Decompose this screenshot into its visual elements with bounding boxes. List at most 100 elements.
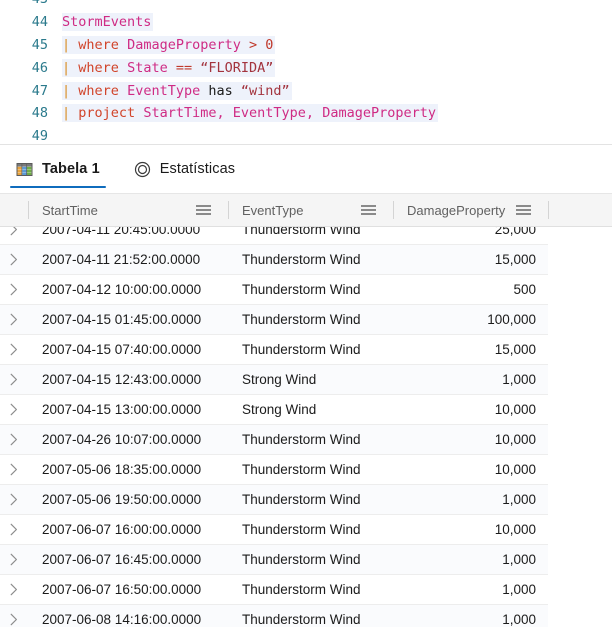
chevron-right-icon[interactable] — [0, 463, 28, 476]
table-row[interactable]: 2007-04-15 01:45:00.0000 Thunderstorm Win… — [0, 305, 548, 335]
code-token: > — [249, 36, 258, 53]
cell-damageproperty: 1,000 — [502, 612, 536, 627]
cell-damageproperty: 1,000 — [502, 552, 536, 567]
column-header-damageproperty[interactable]: DamageProperty — [393, 193, 548, 227]
table-row[interactable]: 2007-04-11 21:52:00.0000 Thunderstorm Win… — [0, 245, 548, 275]
chevron-right-icon[interactable] — [0, 493, 28, 506]
column-divider — [393, 201, 394, 219]
column-divider — [548, 201, 549, 219]
table-row[interactable]: 2007-06-07 16:50:00.0000 Thunderstorm Win… — [0, 575, 548, 605]
code-token: , — [305, 105, 315, 122]
cell-eventtype: Strong Wind — [242, 402, 317, 417]
cell-eventtype: Thunderstorm Wind — [242, 612, 361, 627]
table-row[interactable]: 2007-04-15 07:40:00.0000 Thunderstorm Win… — [0, 335, 548, 365]
chevron-right-icon[interactable] — [0, 373, 28, 386]
code-token: == — [175, 59, 193, 76]
code-token: | — [62, 59, 71, 76]
code-token: EventType — [127, 82, 201, 99]
code-line-text: StormEvents — [62, 13, 154, 32]
tab-label: Estatísticas — [159, 161, 236, 177]
cell-starttime: 2007-04-15 01:45:00.0000 — [42, 312, 202, 327]
kql-query-editor[interactable]: 43 44 StormEvents 45 | where DamageProperty … — [0, 0, 612, 145]
table-row[interactable]: 2007-04-12 10:00:00.0000 Thunderstorm Win… — [0, 275, 548, 305]
chevron-right-icon[interactable] — [0, 403, 28, 416]
chevron-right-icon[interactable] — [0, 433, 28, 446]
chevron-right-icon[interactable] — [0, 583, 28, 596]
code-token: where — [78, 82, 119, 99]
code-token: State — [127, 59, 168, 76]
chevron-right-icon[interactable] — [0, 313, 28, 326]
line-number: 44 — [31, 14, 48, 31]
grid-header-row: StartTime EventType DamageProperty — [0, 193, 612, 227]
code-line-text: | where State == “FLORIDA” — [62, 58, 276, 77]
cell-starttime: 2007-04-15 12:43:00.0000 — [42, 372, 202, 387]
line-number: 45 — [31, 36, 48, 53]
code-line: 48 | project StartTime, EventType, Damage… — [0, 102, 612, 125]
column-header-starttime[interactable]: StartTime — [28, 193, 228, 227]
cell-eventtype: Thunderstorm Wind — [242, 432, 361, 447]
table-row[interactable]: 2007-05-06 19:50:00.0000 Thunderstorm Win… — [0, 485, 548, 515]
chevron-right-icon[interactable] — [0, 253, 28, 266]
results-grid: StartTime EventType DamageProperty 2007-… — [0, 193, 612, 627]
chevron-right-icon[interactable] — [0, 523, 28, 536]
table-row[interactable]: 2007-06-08 14:16:00.0000 Thunderstorm Win… — [0, 605, 548, 627]
code-token: where — [78, 59, 119, 76]
cell-eventtype: Thunderstorm Wind — [242, 282, 361, 297]
code-line: 43 — [0, 0, 612, 11]
grid-body[interactable]: 2007-04-11 20:45:00.0000 Thunderstorm Win… — [0, 227, 612, 627]
cell-damageproperty: 10,000 — [494, 522, 536, 537]
cell-damageproperty: 500 — [513, 282, 536, 297]
cell-starttime: 2007-05-06 19:50:00.0000 — [42, 492, 202, 507]
tab-estatisticas[interactable]: Estatísticas — [128, 145, 241, 193]
code-line-text: | where EventType has “wind” — [62, 81, 292, 100]
column-menu-icon[interactable] — [516, 205, 536, 215]
code-token: StormEvents — [62, 14, 152, 31]
cell-damageproperty: 10,000 — [494, 432, 536, 447]
table-row[interactable]: 2007-06-07 16:45:00.0000 Thunderstorm Win… — [0, 545, 548, 575]
table-row[interactable]: 2007-04-15 13:00:00.0000 Strong Wind 10,00… — [0, 395, 548, 425]
chevron-right-icon[interactable] — [0, 283, 28, 296]
column-menu-icon[interactable] — [361, 205, 381, 215]
donut-chart-icon — [134, 161, 151, 178]
code-token: StartTime — [143, 105, 217, 122]
cell-damageproperty: 1,000 — [502, 582, 536, 597]
cell-starttime: 2007-04-15 07:40:00.0000 — [42, 342, 202, 357]
cell-damageproperty: 1,000 — [502, 492, 536, 507]
cell-starttime: 2007-06-08 14:16:00.0000 — [42, 612, 202, 627]
code-line: 47 | where EventType has “wind” — [0, 79, 612, 102]
table-row[interactable]: 2007-06-07 16:00:00.0000 Thunderstorm Win… — [0, 515, 548, 545]
cell-eventtype: Thunderstorm Wind — [242, 522, 361, 537]
cell-eventtype: Strong Wind — [242, 372, 317, 387]
cell-starttime: 2007-04-15 13:00:00.0000 — [42, 402, 202, 417]
chevron-right-icon[interactable] — [0, 343, 28, 356]
cell-eventtype: Thunderstorm Wind — [242, 227, 361, 237]
chevron-right-icon[interactable] — [0, 227, 28, 236]
code-token: “wind” — [240, 82, 290, 99]
code-token: 0 — [265, 36, 274, 53]
table-row[interactable]: 2007-04-26 10:07:00.0000 Thunderstorm Win… — [0, 425, 548, 455]
table-row[interactable]: 2007-05-06 18:35:00.0000 Thunderstorm Win… — [0, 455, 548, 485]
tab-tabela-1[interactable]: Tabela 1 — [10, 145, 106, 193]
cell-starttime: 2007-06-07 16:00:00.0000 — [42, 522, 202, 537]
code-token: | — [62, 36, 71, 53]
table-row[interactable]: 2007-04-15 12:43:00.0000 Strong Wind 1,000 — [0, 365, 548, 395]
code-token: DamageProperty — [127, 36, 241, 53]
line-number: 48 — [31, 105, 48, 122]
column-header-eventtype[interactable]: EventType — [228, 193, 393, 227]
cell-eventtype: Thunderstorm Wind — [242, 342, 361, 357]
line-number: 46 — [31, 59, 48, 76]
cell-starttime: 2007-04-12 10:00:00.0000 — [42, 282, 202, 297]
line-number: 47 — [31, 82, 48, 99]
chevron-right-icon[interactable] — [0, 553, 28, 566]
column-menu-icon[interactable] — [196, 205, 216, 215]
cell-damageproperty: 15,000 — [494, 252, 536, 267]
code-line: 46 | where State == “FLORIDA” — [0, 56, 612, 79]
cell-eventtype: Thunderstorm Wind — [242, 462, 361, 477]
chevron-right-icon[interactable] — [0, 613, 28, 626]
table-row[interactable]: 2007-04-11 20:45:00.0000 Thunderstorm Win… — [0, 227, 548, 245]
cell-damageproperty: 15,000 — [494, 342, 536, 357]
